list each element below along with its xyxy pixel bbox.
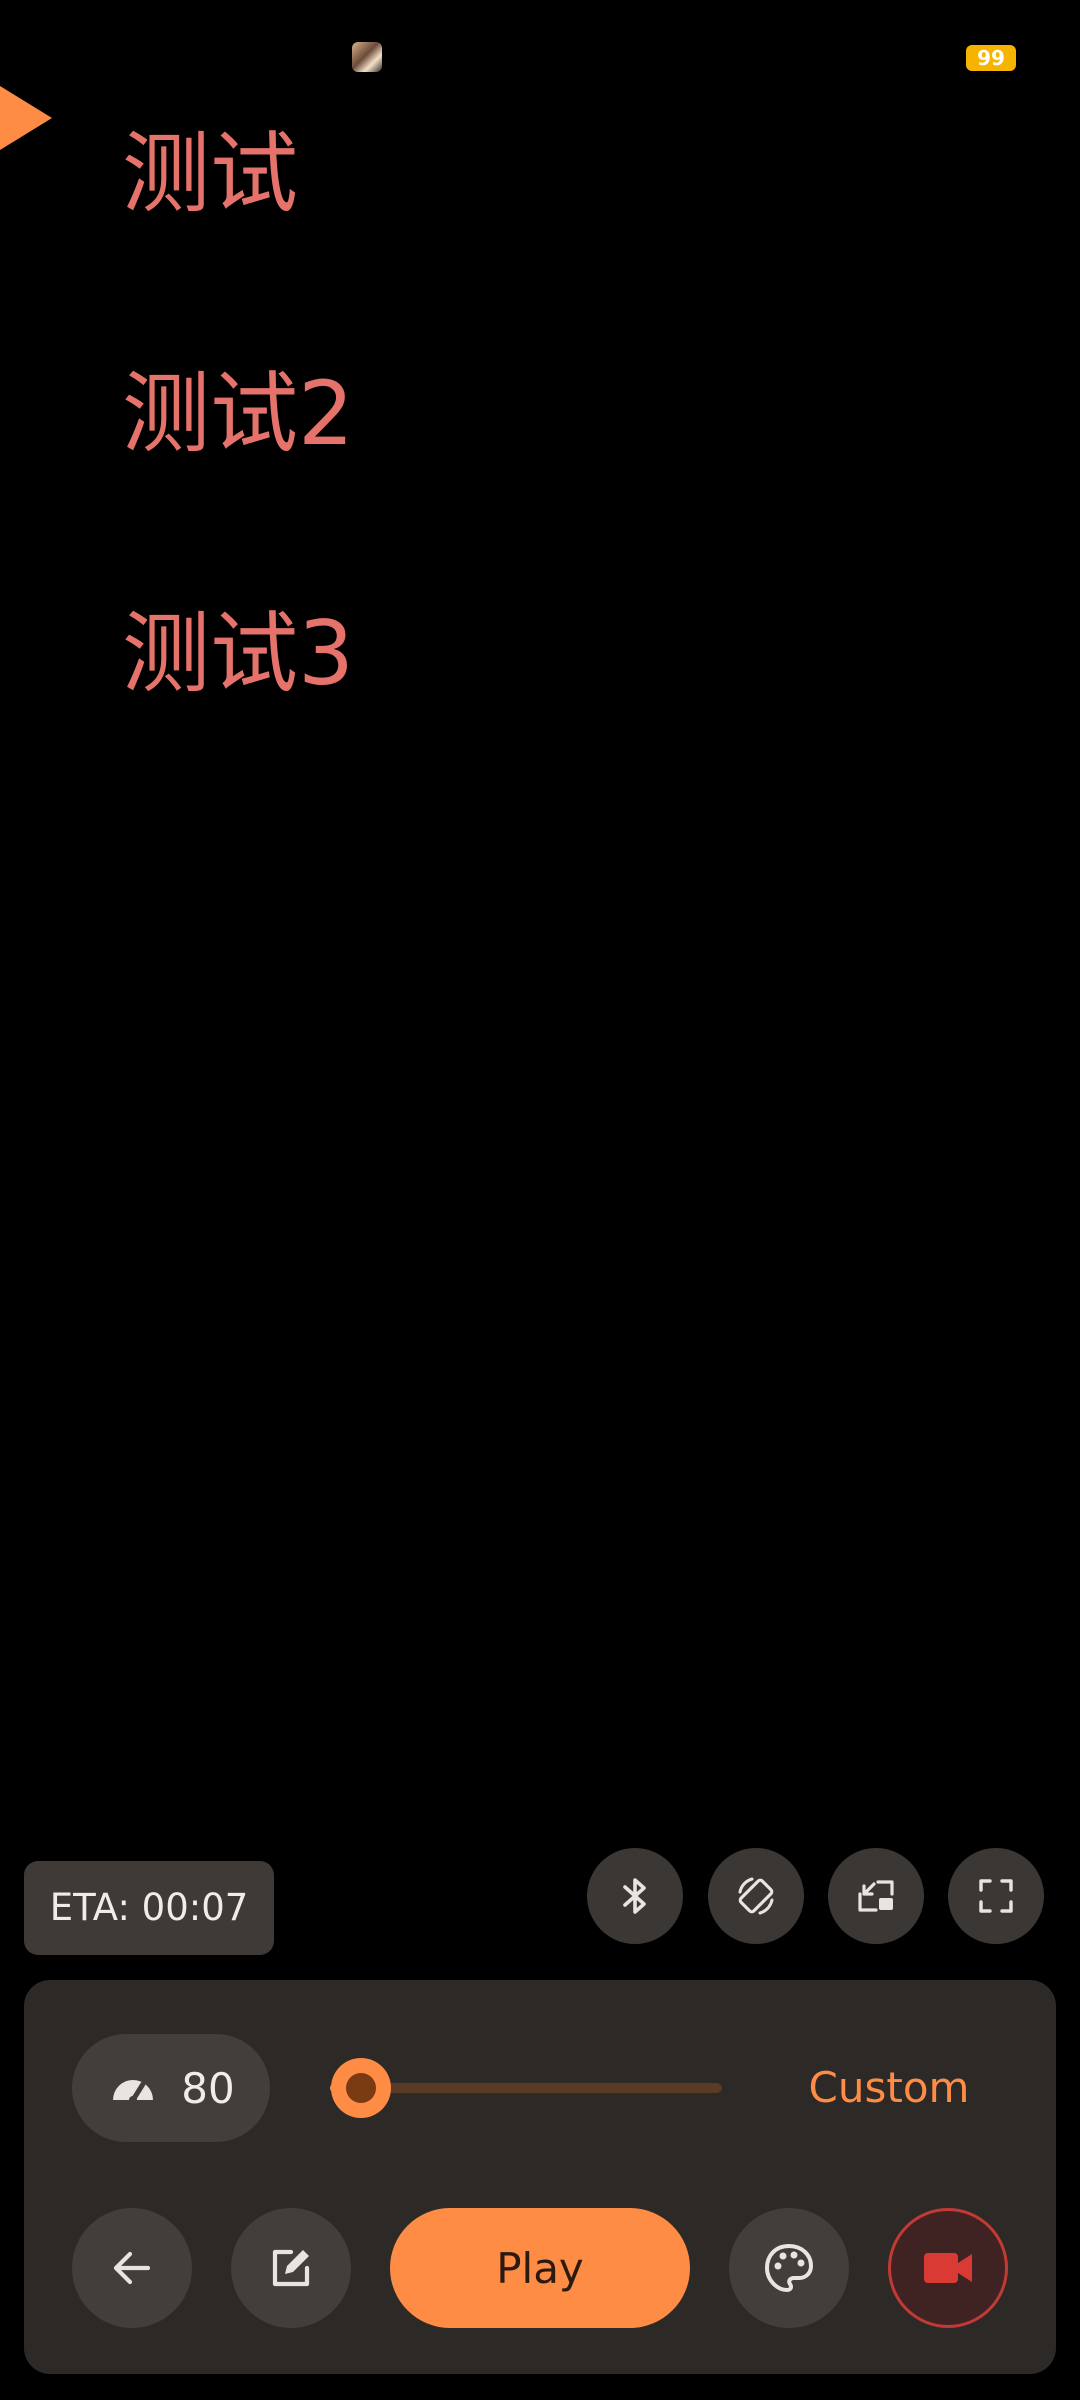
- playback-control-panel: 80 Custom Play: [24, 1980, 1056, 2374]
- back-button[interactable]: [72, 2208, 192, 2328]
- palette-button[interactable]: [729, 2208, 849, 2328]
- fullscreen-icon: [979, 1879, 1013, 1913]
- arrow-left-icon: [113, 2251, 151, 2285]
- picture-in-picture-icon: [858, 1880, 894, 1912]
- fullscreen-button[interactable]: [948, 1848, 1044, 1944]
- speedometer-icon: [113, 2080, 154, 2104]
- eta-display: ETA: 00:07: [24, 1861, 274, 1955]
- screen-rotation-icon: [738, 1877, 774, 1915]
- play-button[interactable]: Play: [390, 2208, 690, 2328]
- bluetooth-button[interactable]: [587, 1848, 683, 1944]
- speed-button[interactable]: 80: [72, 2034, 270, 2142]
- record-button[interactable]: [888, 2208, 1008, 2328]
- slider-thumb[interactable]: [331, 2058, 391, 2118]
- status-bar: 99: [0, 0, 1080, 110]
- speed-slider[interactable]: [330, 2058, 722, 2118]
- bluetooth-icon: [623, 1878, 646, 1914]
- picture-in-picture-button[interactable]: [828, 1848, 924, 1944]
- script-line-2: 测试2: [122, 362, 354, 465]
- script-line-3: 测试3: [122, 602, 354, 705]
- palette-icon: [765, 2244, 813, 2292]
- current-line-marker-icon: [0, 86, 52, 150]
- script-line-1: 测试: [122, 122, 299, 225]
- battery-level-badge: 99: [966, 45, 1016, 71]
- edit-button[interactable]: [231, 2208, 351, 2328]
- screen-rotation-button[interactable]: [708, 1848, 804, 1944]
- edit-icon: [272, 2249, 310, 2287]
- notification-app-icon: [352, 42, 382, 72]
- speed-value: 80: [181, 2063, 235, 2113]
- video-camera-icon: [924, 2253, 972, 2283]
- preset-custom-button[interactable]: Custom: [764, 2052, 1014, 2124]
